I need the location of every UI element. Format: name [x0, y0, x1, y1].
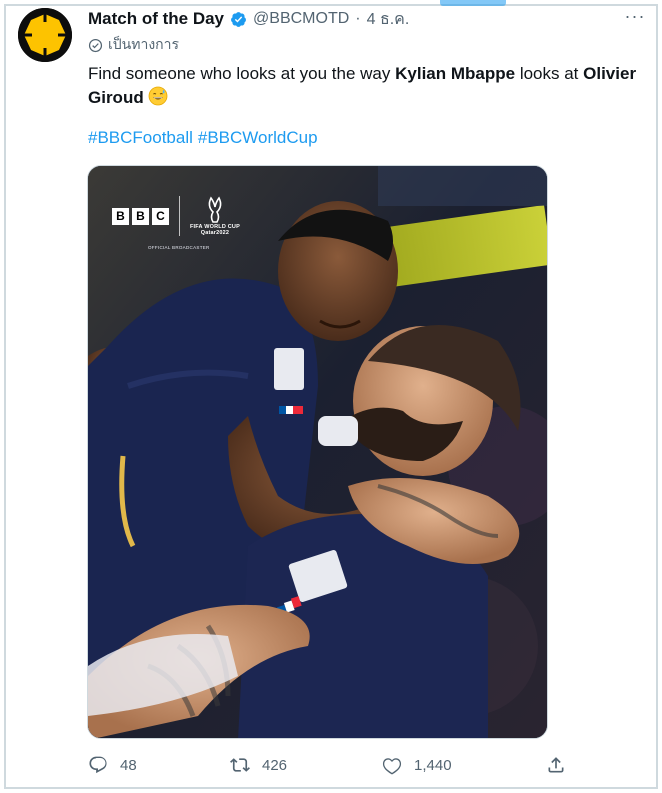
check-circle-icon — [88, 38, 103, 52]
share-icon — [548, 757, 564, 773]
share-button[interactable] — [546, 755, 566, 775]
bbc-letter: B — [112, 207, 129, 225]
bbc-letter: C — [152, 207, 169, 225]
wc-line2: Qatar2022 — [200, 230, 230, 236]
avatar[interactable] — [18, 8, 72, 62]
tweet-photo[interactable] — [87, 165, 548, 739]
like-button[interactable]: 1,440 — [382, 755, 452, 775]
heart-icon — [382, 758, 402, 775]
tweet-text-part: Find someone who looks at you the way — [88, 64, 396, 83]
retweet-count: 426 — [262, 756, 288, 774]
tweet-header: Match of the Day @BBCMOTD · 4 ธ.ค. — [88, 8, 622, 30]
more-options-button[interactable]: ··· — [622, 6, 648, 28]
user-handle[interactable]: @BBCMOTD — [253, 10, 349, 28]
broadcaster-label: OFFICIAL BROADCASTER — [148, 245, 210, 250]
top-accent-bar — [440, 0, 506, 6]
display-name[interactable]: Match of the Day — [88, 9, 224, 29]
retweet-icon — [230, 758, 250, 772]
timestamp[interactable]: 4 ธ.ค. — [367, 7, 410, 32]
brand-divider — [179, 196, 180, 236]
verified-badge-icon — [230, 11, 247, 28]
world-cup-logo: FIFA WORLD CUP Qatar2022 — [190, 196, 240, 236]
grinning-sweat-emoji-icon — [148, 86, 168, 106]
like-count: 1,440 — [414, 756, 452, 774]
reply-icon — [89, 756, 107, 774]
hashtag-bbcfootball[interactable]: #BBCFootball — [88, 128, 193, 148]
official-label-row: เป็นทางการ — [88, 36, 179, 54]
reply-count: 48 — [120, 756, 137, 774]
bbc-letter: B — [132, 207, 149, 225]
retweet-button[interactable]: 426 — [230, 755, 287, 775]
tweet-mention-mbappe: Kylian Mbappe — [395, 64, 516, 83]
hashtags: #BBCFootball #BBCWorldCup — [88, 128, 318, 148]
bbc-logo: B B C — [112, 207, 169, 225]
trophy-icon — [208, 196, 222, 223]
tweet-actions: 48 426 1,440 — [88, 752, 572, 778]
tweet-text: Find someone who looks at you the way Ky… — [88, 62, 638, 110]
separator-dot: · — [355, 10, 361, 27]
hashtag-bbcworldcup[interactable]: #BBCWorldCup — [198, 128, 318, 148]
official-label: เป็นทางการ — [108, 36, 180, 52]
tweet-text-part: looks at — [515, 64, 584, 83]
photo-branding: B B C FIFA WORLD CUP Qatar2022 — [112, 196, 240, 236]
reply-button[interactable]: 48 — [88, 755, 137, 775]
